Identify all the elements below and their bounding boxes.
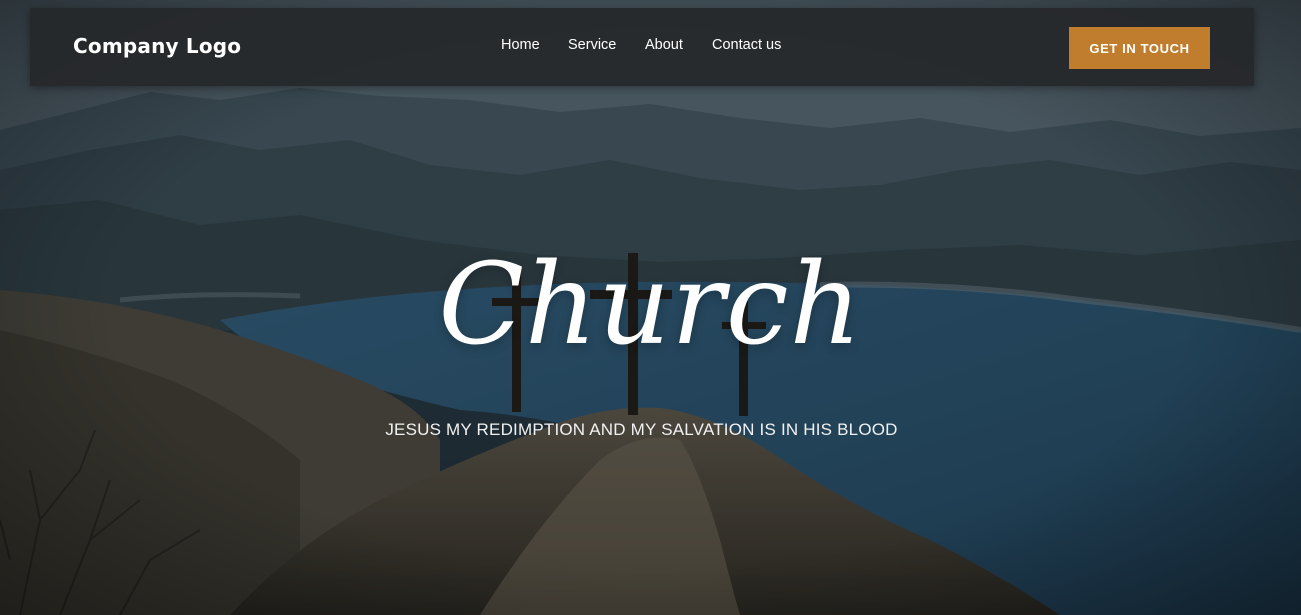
nav-link-home[interactable]: Home: [501, 37, 540, 53]
nav-link-service[interactable]: Service: [568, 37, 616, 53]
get-in-touch-button[interactable]: GET IN TOUCH: [1069, 27, 1210, 69]
hero-subtitle: JESUS MY REDIMPTION AND MY SALVATION IS …: [385, 420, 898, 439]
hero-section: Company Logo Home Service About Contact …: [0, 0, 1301, 615]
hero-title: Church: [438, 240, 863, 370]
nav-link-contact[interactable]: Contact us: [712, 37, 781, 53]
nav-link-about[interactable]: About: [645, 37, 683, 53]
navbar: Company Logo Home Service About Contact …: [30, 8, 1254, 86]
